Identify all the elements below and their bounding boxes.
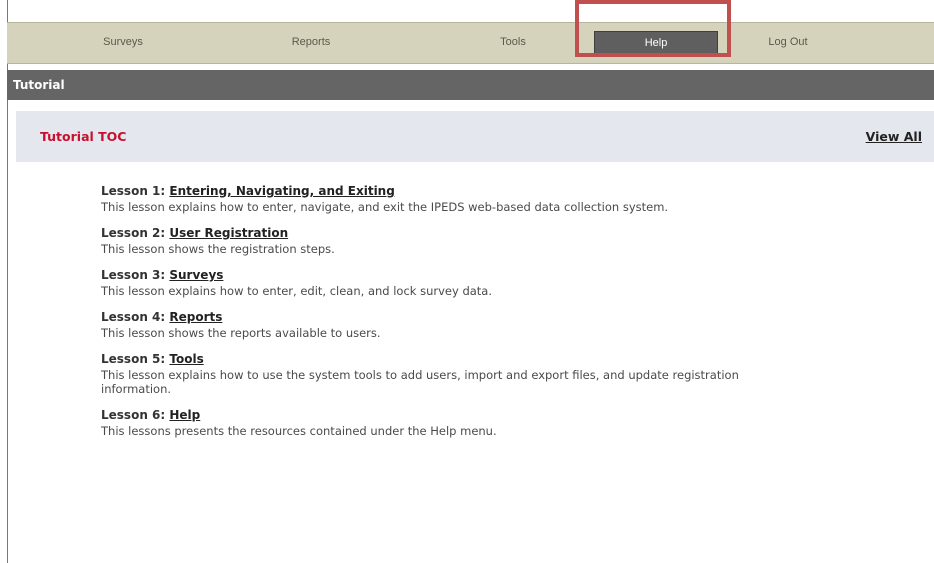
list-item: Lesson 1: Entering, Navigating, and Exit… bbox=[101, 184, 901, 214]
lesson-number: Lesson 5 bbox=[101, 352, 161, 366]
help-highlight-box bbox=[575, 0, 731, 57]
view-all-link[interactable]: View All bbox=[866, 111, 922, 162]
lesson-description: This lesson shows the reports available … bbox=[101, 326, 381, 340]
list-item: Lesson 5: Tools This lesson explains how… bbox=[101, 352, 901, 396]
lesson-link-reports[interactable]: Reports bbox=[169, 310, 222, 324]
page-title: Tutorial bbox=[13, 78, 65, 92]
toc-header: Tutorial TOC View All bbox=[16, 111, 934, 162]
list-item: Lesson 3: Surveys This lesson explains h… bbox=[101, 268, 901, 298]
lesson-link-surveys[interactable]: Surveys bbox=[169, 268, 223, 282]
lesson-link-help[interactable]: Help bbox=[169, 408, 200, 422]
list-item: Lesson 6: Help This lessons presents the… bbox=[101, 408, 901, 438]
lesson-link-tools[interactable]: Tools bbox=[169, 352, 203, 366]
nav-tools[interactable]: Tools bbox=[467, 31, 559, 54]
lesson-description: This lesson explains how to use the syst… bbox=[101, 368, 739, 396]
lesson-number: Lesson 3 bbox=[101, 268, 161, 282]
lesson-description: This lesson shows the registration steps… bbox=[101, 242, 335, 256]
lesson-list: Lesson 1: Entering, Navigating, and Exit… bbox=[101, 184, 901, 450]
nav-surveys[interactable]: Surveys bbox=[77, 31, 169, 54]
lesson-description: This lesson explains how to enter, navig… bbox=[101, 200, 669, 214]
list-item: Lesson 2: User Registration This lesson … bbox=[101, 226, 901, 256]
lesson-number: Lesson 6 bbox=[101, 408, 161, 422]
lesson-description: This lesson explains how to enter, edit,… bbox=[101, 284, 493, 298]
lesson-number: Lesson 1 bbox=[101, 184, 161, 198]
top-nav: Surveys Reports Tools Help Log Out bbox=[7, 22, 934, 64]
lesson-link-entering[interactable]: Entering, Navigating, and Exiting bbox=[169, 184, 394, 198]
toc-title: Tutorial TOC bbox=[40, 129, 127, 144]
lesson-number: Lesson 4 bbox=[101, 310, 161, 324]
lesson-description: This lessons presents the resources cont… bbox=[101, 424, 497, 438]
page-title-bar: Tutorial bbox=[7, 70, 934, 100]
list-item: Lesson 4: Reports This lesson shows the … bbox=[101, 310, 901, 340]
nav-reports[interactable]: Reports bbox=[265, 31, 357, 54]
lesson-link-user-registration[interactable]: User Registration bbox=[169, 226, 288, 240]
lesson-number: Lesson 2 bbox=[101, 226, 161, 240]
nav-logout[interactable]: Log Out bbox=[742, 31, 834, 54]
